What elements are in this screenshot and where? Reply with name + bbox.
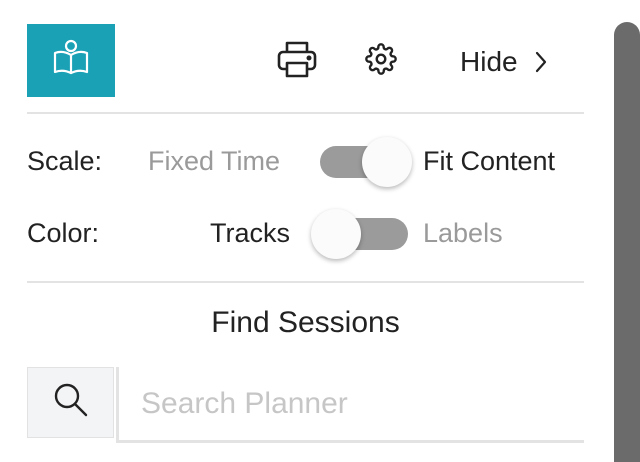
search-button[interactable] — [27, 367, 114, 438]
color-label: Color: — [27, 218, 100, 248]
gear-icon — [365, 42, 397, 80]
hide-label: Hide — [460, 46, 518, 77]
scrollbar-thumb[interactable] — [614, 22, 640, 462]
find-sessions-heading: Find Sessions — [211, 306, 400, 339]
scale-option-fixed-time[interactable]: Fixed Time — [148, 146, 280, 177]
color-option-tracks[interactable]: Tracks — [210, 218, 290, 249]
scale-label: Scale: — [27, 146, 103, 176]
book-reader-icon — [51, 38, 91, 83]
planner-side-panel: Hide Scale: Fixed Time Fit Content Color… — [0, 0, 640, 462]
printer-icon — [276, 39, 318, 84]
chevron-right-icon — [534, 50, 548, 74]
color-toggle[interactable] — [311, 209, 408, 259]
logo-tile — [27, 24, 115, 97]
scale-toggle[interactable] — [320, 137, 412, 187]
search-input[interactable] — [116, 367, 584, 443]
print-button[interactable] — [274, 38, 320, 84]
settings-button[interactable] — [360, 40, 402, 82]
scale-option-fit-content[interactable]: Fit Content — [423, 146, 555, 177]
search-icon — [51, 380, 91, 425]
hide-panel-button[interactable]: Hide — [460, 40, 548, 84]
color-toggle-knob[interactable] — [311, 209, 361, 259]
section-divider — [27, 281, 584, 283]
header-divider — [27, 112, 584, 114]
scale-toggle-knob[interactable] — [362, 137, 412, 187]
color-option-labels[interactable]: Labels — [423, 218, 503, 249]
